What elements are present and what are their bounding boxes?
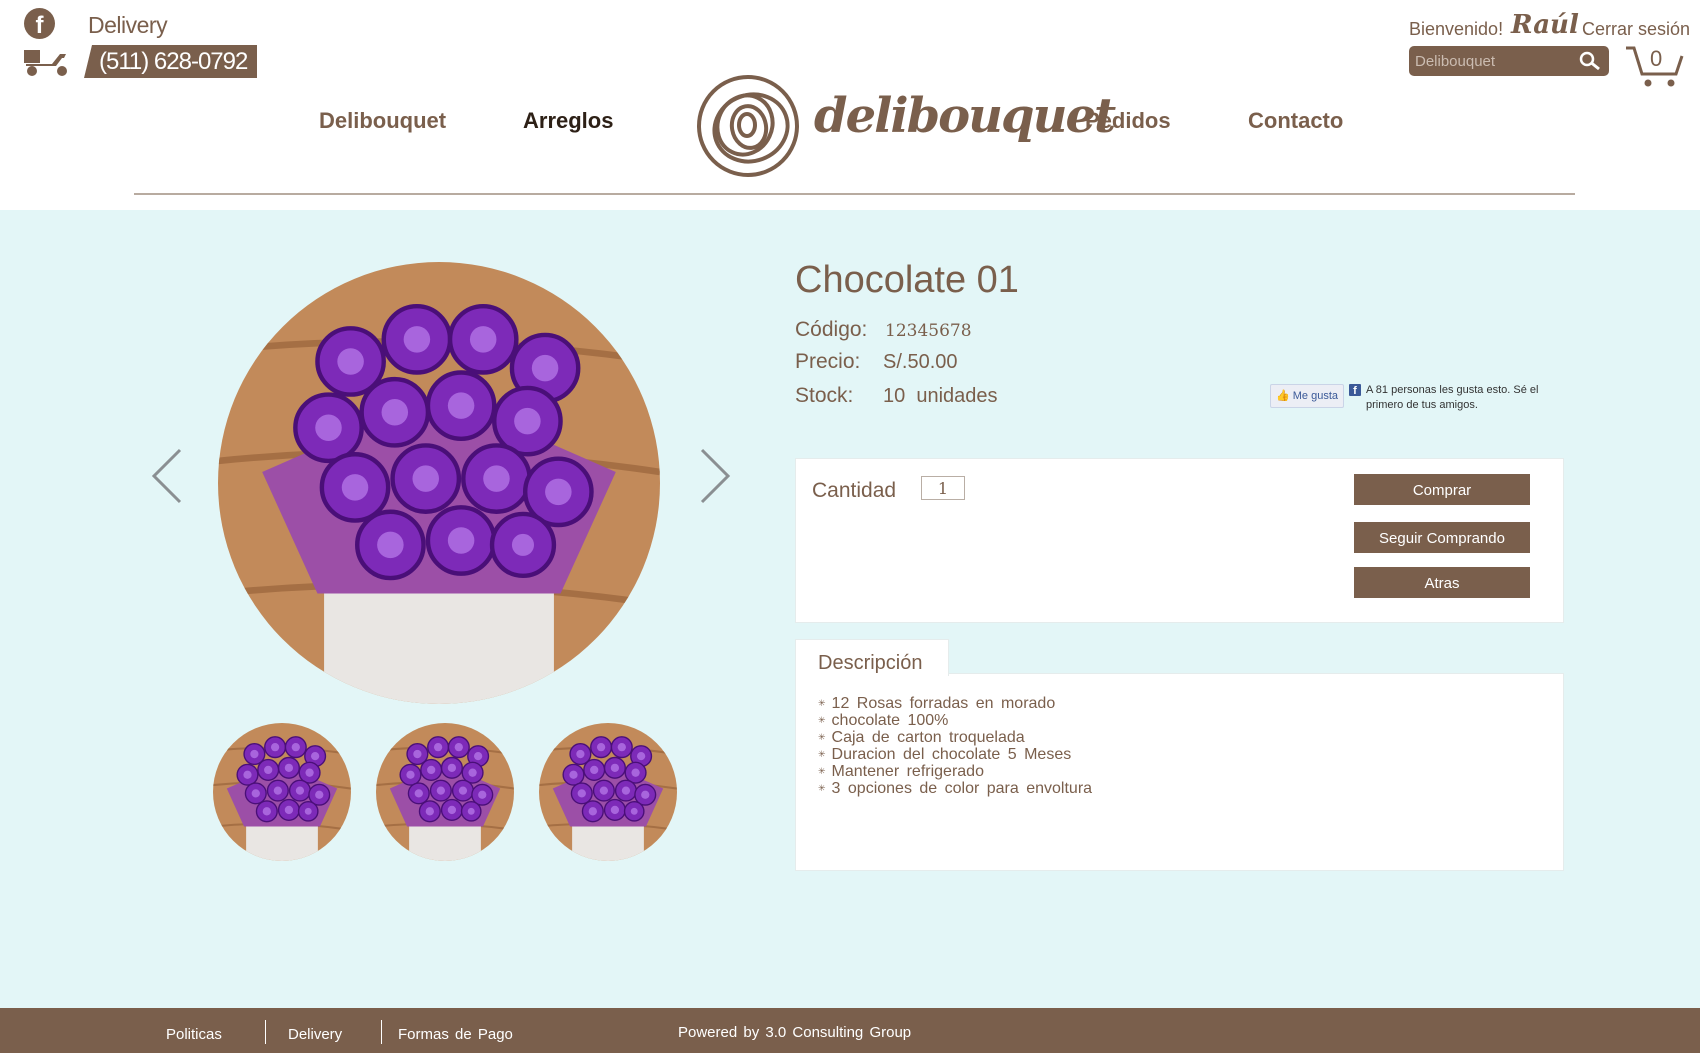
price-label: Precio:	[795, 350, 861, 373]
product-title: Chocolate 01	[795, 259, 1019, 301]
fb-like-label: Me gusta	[1292, 390, 1338, 402]
quantity-label: Cantidad	[812, 479, 897, 502]
site-header: f Delivery (511) 628-0792 Bienvenido! Ra…	[0, 0, 1700, 210]
stock-label: Stock:	[795, 384, 854, 407]
code-label: Código:	[795, 318, 868, 341]
thumbs-up-icon: 👍	[1275, 390, 1290, 402]
scooter-icon	[24, 50, 67, 76]
footer-link-formas-de-pago[interactable]: Formas de Pago	[398, 1026, 513, 1043]
description-list: 12 Rosas forradas en morado chocolate 10…	[818, 695, 1093, 797]
search-input[interactable]	[1415, 46, 1575, 76]
logo-text[interactable]: delibouquet	[814, 88, 1116, 144]
user-name: Raúl	[1511, 10, 1579, 40]
description-item: chocolate 100%	[818, 712, 1092, 729]
code-value: 12345678	[885, 321, 972, 341]
arrow-left-icon[interactable]	[150, 448, 184, 504]
buy-panel: Cantidad Comprar Seguir Comprando Atras	[795, 458, 1564, 623]
fb-mini-icon: f	[1349, 384, 1361, 397]
welcome-text: Bienvenido!	[1409, 19, 1504, 39]
footer-link-delivery[interactable]: Delivery	[288, 1026, 342, 1043]
buy-button[interactable]: Comprar	[1354, 474, 1530, 505]
footer-separator	[381, 1020, 382, 1044]
arrow-right-icon[interactable]	[698, 448, 732, 504]
thumbnail-3[interactable]	[539, 723, 677, 861]
footer-separator	[265, 1020, 266, 1044]
powered-by-text[interactable]: Powered by 3.0 Consulting Group	[678, 1024, 911, 1041]
description-item: 3 opciones de color para envoltura	[818, 780, 1093, 797]
price-value: S/.50.00	[883, 351, 958, 373]
nav-item-pedidos[interactable]: Pedidos	[1085, 108, 1171, 134]
fb-like-button[interactable]: 👍 Me gusta	[1270, 384, 1344, 408]
description-item: 12 Rosas forradas en morado	[818, 695, 1092, 712]
quantity-input[interactable]	[921, 476, 965, 500]
thumbnail-2[interactable]	[376, 723, 514, 861]
fb-like-count-text: A 81 personas les gusta esto. Sé el prim…	[1366, 384, 1539, 411]
thumbnail-1[interactable]	[213, 723, 351, 861]
logo-rose-icon[interactable]	[695, 73, 801, 179]
nav-item-delibouquet[interactable]: Delibouquet	[319, 108, 446, 134]
phone-number[interactable]: (511) 628-0792	[99, 45, 248, 78]
delivery-label: Delivery	[88, 12, 168, 38]
description-item: Mantener refrigerado	[818, 763, 1092, 780]
cart-count: 0	[1650, 46, 1663, 71]
logout-link[interactable]: Cerrar sesión	[1582, 19, 1690, 40]
tab-description[interactable]: Descripción	[795, 639, 949, 676]
stock-value: 10 unidades	[883, 385, 998, 407]
search-icon[interactable]	[1579, 51, 1601, 71]
description-item: Duracion del chocolate 5 Meses	[818, 746, 1092, 763]
footer-link-politicas[interactable]: Politicas	[166, 1026, 222, 1043]
facebook-icon[interactable]: f	[24, 8, 55, 39]
main-product-photo	[218, 262, 660, 704]
header-divider	[134, 193, 1575, 195]
back-button[interactable]: Atras	[1354, 567, 1530, 598]
nav-item-arreglos[interactable]: Arreglos	[523, 108, 613, 134]
description-panel: 12 Rosas forradas en morado chocolate 10…	[795, 673, 1564, 871]
tab-description-label: Descripción	[818, 652, 923, 674]
site-footer: Politicas Delivery Formas de Pago Powere…	[0, 1008, 1700, 1053]
search-box	[1409, 46, 1609, 76]
nav-item-contacto[interactable]: Contacto	[1248, 108, 1343, 134]
description-item: Caja de carton troquelada	[818, 729, 1092, 746]
continue-shopping-button[interactable]: Seguir Comprando	[1354, 522, 1530, 553]
